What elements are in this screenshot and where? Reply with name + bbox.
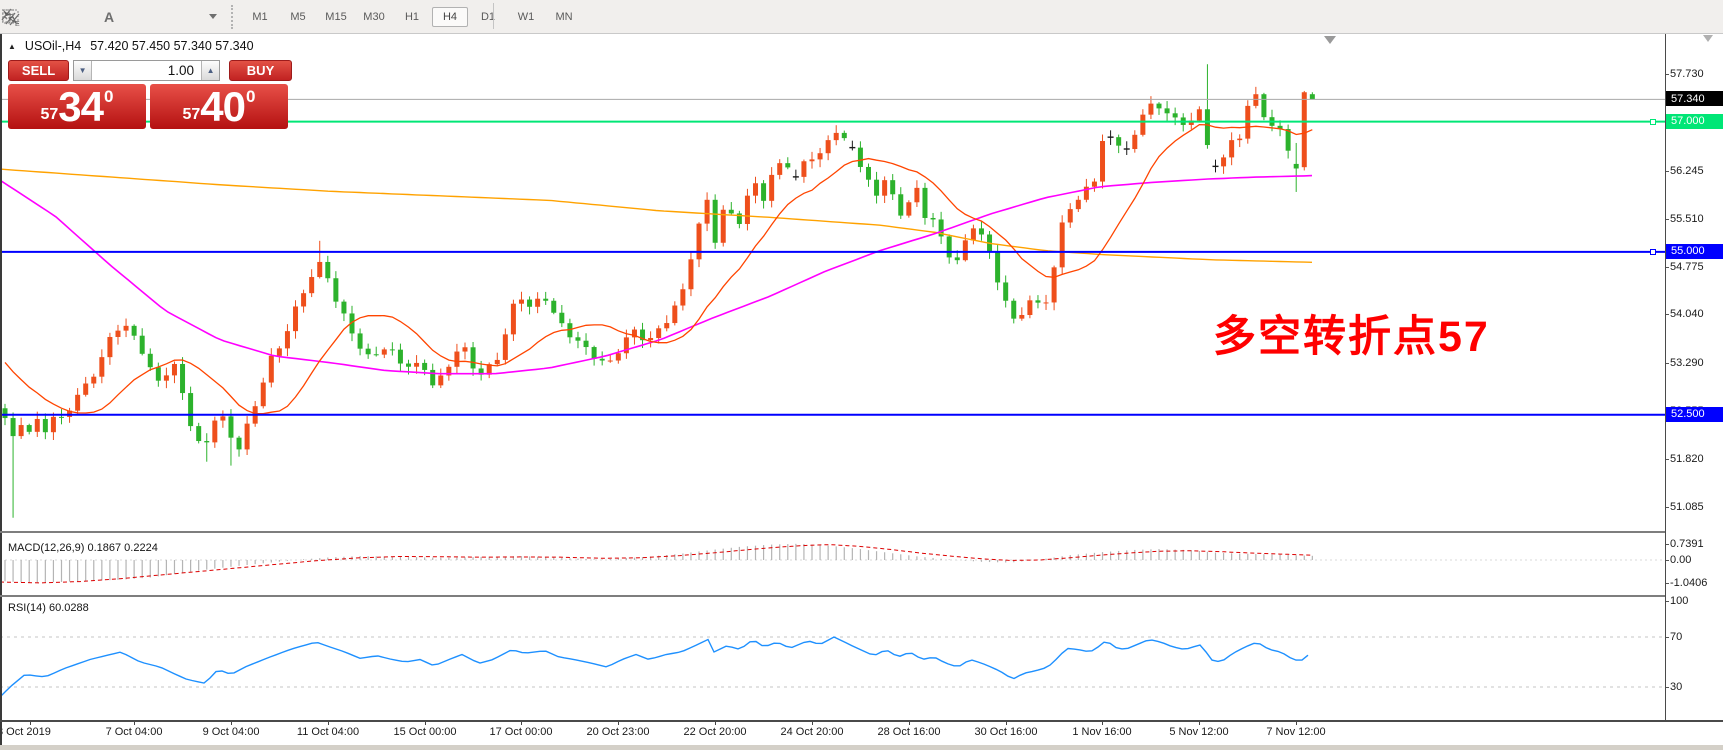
sell-price-fraction: 0 [104,87,113,107]
macd-rsi-splitter[interactable] [0,595,1665,597]
price-tick-label: 51.820 [1670,453,1704,465]
time-axis-line [0,720,1723,722]
timeframe-button-h4[interactable]: H4 [432,7,468,27]
timeframe-button-mn[interactable]: MN [546,7,582,27]
arrow-tools-icon[interactable] [176,4,206,30]
timeframe-button-m30[interactable]: M30 [356,7,392,27]
price-badge: 55.000 [1666,244,1723,259]
chart-text-annotation[interactable]: 多空转折点57 [1213,302,1490,364]
chart-window: 57.730 56.245 55.510 54.775 54.040 53.290 52.5… [0,34,1723,750]
macd-canvas[interactable] [0,534,1665,595]
macd-tick-label: 0.7391 [1670,538,1704,550]
time-tick-label: 11 Oct 04:00 [295,726,361,738]
price-tick-label: 54.040 [1670,308,1704,320]
time-tick-label: 20 Oct 23:00 [585,726,651,738]
time-tick-label: 24 Oct 20:00 [779,726,845,738]
buy-price-pips: 40 [200,87,245,127]
time-tick-label: 15 Oct 00:00 [392,726,458,738]
macd-indicator-label: MACD(12,26,9) 0.1867 0.2224 [8,542,158,554]
price-badge: 57.340 [1666,91,1723,106]
time-tick-label: 22 Oct 20:00 [682,726,748,738]
chart-title: ▲ USOil-,H4 57.420 57.450 57.340 57.340 [8,39,254,53]
price-tick-label: 57.730 [1670,68,1704,80]
sell-price-button[interactable]: 57 34 0 [8,84,146,129]
trading-terminal: E F A T M1M5M15M30H1H4D1W1 [0,0,1723,750]
macd-tick-label: -1.0406 [1670,577,1707,589]
volume-decrease-icon[interactable]: ▼ [74,61,92,80]
main-macd-splitter[interactable] [0,531,1665,533]
line-handle[interactable] [1650,249,1656,255]
timeframe-button-m1[interactable]: M1 [242,7,278,27]
volume-spinner: ▼ ▲ [73,60,220,81]
timeframe-button-w1[interactable]: W1 [508,7,544,27]
toolbar-grip[interactable] [231,5,233,29]
chart-shift-marker-icon[interactable] [1324,36,1336,44]
sell-price-pips: 34 [58,87,103,127]
price-badge: 52.500 [1666,407,1723,422]
scroll-arrow-icon[interactable] [1703,35,1713,42]
fibonacci-lines-icon[interactable]: F [50,4,80,30]
chart-symbol-period: USOil-,H4 [25,39,81,53]
price-tick-label: 56.245 [1670,165,1704,177]
volume-increase-icon[interactable]: ▲ [201,61,219,80]
chart-ohlc-values: 57.420 57.450 57.340 57.340 [90,39,253,53]
buy-price-handle: 57 [183,106,201,129]
timeframe-button-d1[interactable]: D1 [470,7,506,27]
buy-button[interactable]: BUY [229,60,292,81]
price-tick-label: 55.510 [1670,213,1704,225]
timeframe-button-m15[interactable]: M15 [318,7,354,27]
time-tick-label: 9 Oct 04:00 [198,726,264,738]
arrow-tools-dropdown-icon[interactable] [209,14,217,19]
time-tick-label: 7 Oct 04:00 [101,726,167,738]
text-box-icon[interactable]: T [136,4,166,30]
price-badge: 57.000 [1666,114,1723,129]
toolbar-separator [493,3,494,29]
buy-price-fraction: 0 [246,87,255,107]
time-tick-label: 17 Oct 00:00 [488,726,554,738]
time-tick-label: 1 Nov 16:00 [1069,726,1135,738]
rsi-canvas[interactable] [0,598,1665,720]
time-tick-label: 3 Oct 2019 [0,726,63,738]
price-axis-line [1665,34,1666,722]
time-tick-label: 5 Nov 12:00 [1166,726,1232,738]
time-tick-label: 7 Nov 12:00 [1263,726,1329,738]
timeframe-button-h1[interactable]: H1 [394,7,430,27]
macd-tick-label: 0.00 [1670,554,1691,566]
line-handle[interactable] [1650,119,1656,125]
collapse-panel-icon[interactable]: ▲ [8,42,16,51]
window-bottom-edge [0,745,1723,750]
rsi-tick-label: 70 [1670,631,1682,643]
price-tick-label: 51.085 [1670,501,1704,513]
rsi-tick-label: 30 [1670,681,1682,693]
rsi-indicator-label: RSI(14) 60.0288 [8,602,89,614]
timeframe-group: M1M5M15M30H1H4D1W1MN [241,7,583,27]
rsi-tick-label: 100 [1670,595,1688,607]
sell-price-handle: 57 [41,106,59,129]
time-tick-label: 30 Oct 16:00 [973,726,1039,738]
price-tick-label: 53.290 [1670,357,1704,369]
window-left-edge [0,34,2,746]
timeframe-button-m5[interactable]: M5 [280,7,316,27]
volume-input[interactable] [92,61,201,80]
buy-price-button[interactable]: 57 40 0 [150,84,288,129]
text-label-icon[interactable]: A [94,4,124,30]
one-click-trade-panel: SELL ▼ ▲ BUY 57 34 0 57 40 0 [8,60,292,129]
time-tick-label: 28 Oct 16:00 [876,726,942,738]
sell-button[interactable]: SELL [8,60,69,81]
price-tick-label: 54.775 [1670,261,1704,273]
toolbar: E F A T M1M5M15M30H1H4D1W1 [0,0,1723,34]
